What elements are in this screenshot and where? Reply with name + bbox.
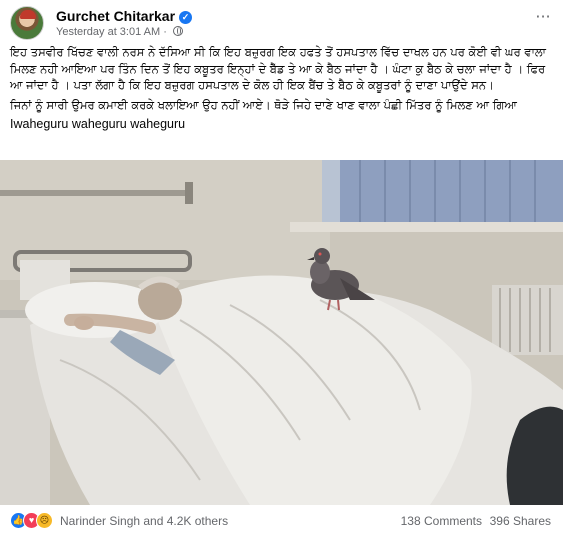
reaction-icons[interactable]: 👍 ♥ ☹ [10,512,62,530]
post-photo[interactable] [0,160,563,505]
facebook-post: Gurchet Chitarkar ✓ Yesterday at 3:01 AM … [0,0,563,537]
author-avatar[interactable] [10,6,44,40]
reactors-summary[interactable]: Narinder Singh and 4.2K others [60,514,228,528]
post-header: Gurchet Chitarkar ✓ Yesterday at 3:01 AM … [10,6,555,40]
verified-badge-icon: ✓ [179,11,193,24]
post-paragraph-1: ਇਹ ਤਸਵੀਰ ਖਿੱਚਣ ਵਾਲੀ ਨਰਸ ਨੇ ਦੱਸਿਆ ਸੀ ਕਿ ਇ… [10,45,546,92]
post-paragraph-3: Iwaheguru waheguru waheguru [10,117,186,131]
meta-separator: · [163,26,167,38]
sad-icon: ☹ [36,512,53,529]
post-paragraph-2: ਜਿਨਾਂ ਨੂੰ ਸਾਰੀ ਉਮਰ ਕਮਾਈ ਕਰਕੇ ਖਲਾਇਆ ਉਹ ਨਹ… [10,97,517,112]
post-text: ਇਹ ਤਸਵੀਰ ਖਿੱਚਣ ਵਾਲੀ ਨਰਸ ਨੇ ਦੱਸਿਆ ਸੀ ਕਿ ਇ… [10,44,555,136]
author-name-text[interactable]: Gurchet Chitarkar [56,8,175,24]
shares-count[interactable]: 396 Shares [490,514,551,528]
post-meta: Yesterday at 3:01 AM · [56,26,183,38]
pigeon-on-hospital-bed-photo [0,160,563,505]
more-options-button[interactable]: ··· [531,9,555,30]
globe-icon [172,26,183,36]
post-footer: 👍 ♥ ☹ Narinder Singh and 4.2K others 138… [10,509,555,533]
author-name[interactable]: Gurchet Chitarkar ✓ [56,8,193,24]
post-timestamp[interactable]: Yesterday at 3:01 AM [56,26,160,38]
comments-count[interactable]: 138 Comments [401,514,482,528]
